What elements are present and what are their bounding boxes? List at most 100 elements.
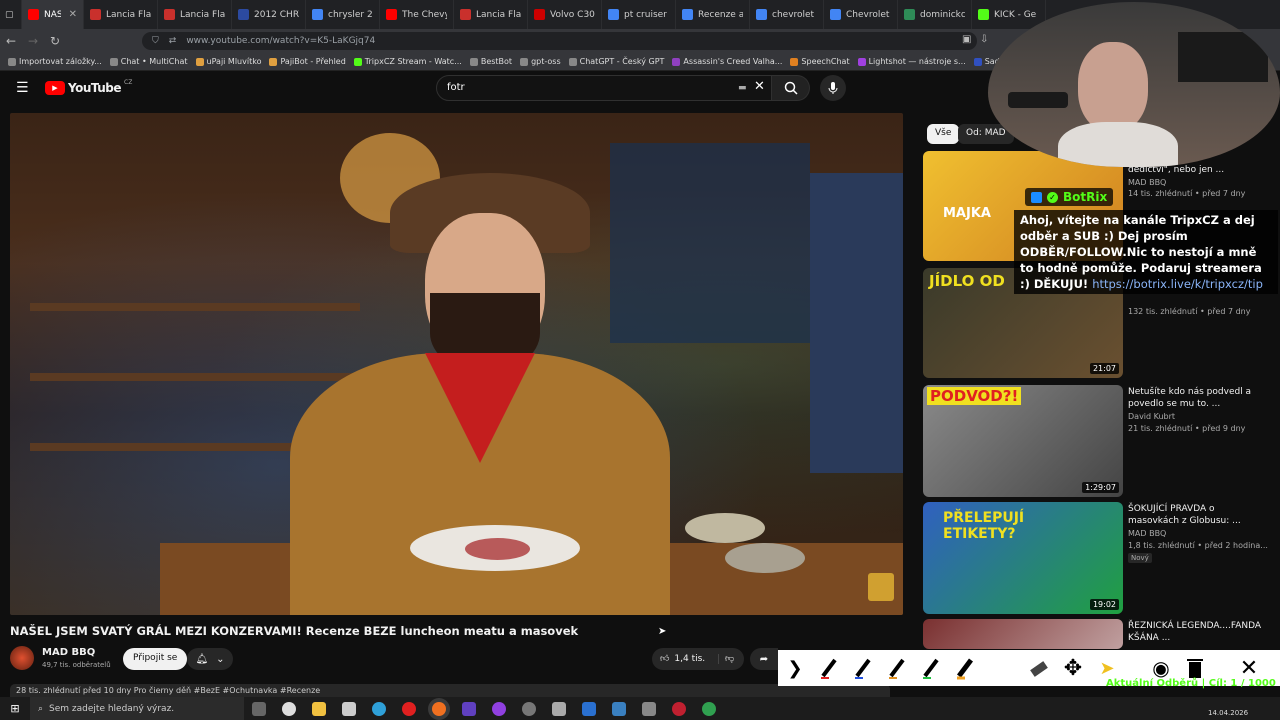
app-icon[interactable] [582, 701, 596, 716]
browser-tab[interactable]: Chevrolet SSR [824, 0, 898, 29]
share-button[interactable]: ➦ [750, 648, 778, 670]
app-icon[interactable] [462, 701, 476, 716]
pen-green-icon[interactable] [914, 650, 948, 686]
like-button[interactable]: 👍︎ 1,4 tis. [652, 654, 718, 664]
browser-tab[interactable]: Lancia Flavia I [454, 0, 528, 29]
eraser-icon[interactable] [1022, 650, 1056, 686]
description-box[interactable]: 28 tis. zhlédnutí před 10 dny Pro čierny… [10, 684, 890, 698]
search-input[interactable]: fotr [436, 75, 772, 101]
browser-tab[interactable]: Lancia Flavia I [158, 0, 232, 29]
move-icon[interactable]: ✥ [1056, 650, 1090, 686]
bookmark-item[interactable]: PajiBot - Přehled [269, 57, 346, 66]
bookmark-label: PajiBot - Přehled [280, 57, 346, 66]
video-player[interactable] [10, 113, 903, 615]
related-title-3[interactable]: Netušíte kdo nás podvedl a povedlo se mu… [1128, 386, 1268, 410]
tab-label: KICK - Ge [994, 9, 1037, 20]
browser-tab[interactable]: NAŠEL ✕ [22, 0, 84, 29]
channel-name[interactable]: MAD BBQ [42, 647, 95, 658]
tab-favicon-icon [460, 9, 471, 20]
edge-icon[interactable] [372, 701, 386, 716]
app-icon[interactable] [282, 701, 296, 716]
highlighter-icon[interactable] [948, 650, 982, 686]
save-icon[interactable]: ⇩ [980, 34, 988, 45]
bookmark-icon [109, 57, 118, 66]
related-meta-1: 14 tis. zhlédnutí • před 7 dny [1128, 189, 1246, 198]
bookmark-item[interactable]: uPaji Mluvítko [195, 57, 261, 66]
app-icon[interactable] [642, 701, 656, 716]
windows-start-icon[interactable]: ⊞ [0, 702, 30, 715]
dislike-button[interactable]: 👎︎ [718, 654, 734, 664]
bookmark-item[interactable]: ChatGPT - Český GPT [568, 57, 664, 66]
bookmark-item[interactable]: BestBot [469, 57, 512, 66]
bookmark-item[interactable]: Lightshot — nástroje s... [857, 57, 966, 66]
file-explorer-icon[interactable] [312, 701, 326, 716]
tab-close-icon[interactable]: ✕ [69, 9, 77, 20]
tab-list-button[interactable]: ▢ [0, 0, 22, 29]
keyboard-icon[interactable]: ▬ [738, 83, 747, 93]
monitor [1178, 32, 1268, 82]
join-button[interactable]: Připojit se [123, 648, 188, 670]
related-thumbnail-3[interactable]: PODVOD?! 1:29:07 [923, 385, 1123, 497]
tab-label: Chevrolet SSR [846, 9, 891, 20]
voice-search-button[interactable] [820, 75, 846, 101]
channel-watermark[interactable] [868, 573, 894, 601]
pen-blue-icon[interactable] [846, 650, 880, 686]
browser-tab[interactable]: dominickcz [898, 0, 972, 29]
pen-red-icon[interactable] [812, 650, 846, 686]
related-title-5[interactable]: ŘEZNICKÁ LEGENDA....FANDA KŠÁNA ... [1128, 620, 1268, 644]
bookmark-item[interactable]: SpeechChat [790, 57, 850, 66]
thumbs-up-icon: 👍︎ [660, 654, 670, 664]
channel-avatar[interactable] [10, 646, 34, 670]
video-duration: 1:29:07 [1082, 482, 1119, 493]
related-thumbnail-5[interactable] [923, 619, 1123, 649]
taskbar-search[interactable]: ⌕ Sem zadejte hledaný výraz. [30, 697, 244, 720]
forward-icon[interactable]: → [22, 34, 44, 48]
can [725, 543, 805, 573]
app-icon[interactable] [552, 701, 566, 716]
browser-tab[interactable]: chrysler 200 c [306, 0, 380, 29]
chat-message-link[interactable]: https://botrix.live/k/tripxcz/tip [1092, 277, 1263, 291]
browser-tab[interactable]: 2012 CHRYSL [232, 0, 306, 29]
store-icon[interactable] [342, 701, 356, 716]
browser-tab[interactable]: pt cruiser cab [602, 0, 676, 29]
youtube-logo[interactable]: ▶ YouTube CZ [45, 79, 132, 95]
firefox-icon[interactable] [432, 701, 446, 716]
browser-tab[interactable]: Recenze a tes [676, 0, 750, 29]
browser-tab[interactable]: chevrolet pick [750, 0, 824, 29]
related-thumbnail-4[interactable]: PŘELEPUJÍ ETIKETY? 19:02 [923, 502, 1123, 614]
pen-orange-icon[interactable] [880, 650, 914, 686]
app-icon[interactable] [702, 701, 716, 716]
search-icon [784, 81, 798, 95]
related-title-4[interactable]: ŠOKUJÍCÍ PRAVDA o masovkách z Globusu: .… [1128, 503, 1268, 527]
browser-tab[interactable]: The Chevy SS [380, 0, 454, 29]
task-view-icon[interactable] [252, 701, 266, 716]
bookmark-item[interactable]: TripxCZ Stream - Watc... [353, 57, 462, 66]
related-channel-3[interactable]: David Kubrt [1128, 411, 1268, 422]
notifications-button[interactable]: 🔔︎ ⌄ [187, 648, 233, 670]
tab-favicon-icon [756, 9, 767, 20]
screenshot-icon[interactable]: ▣ [962, 34, 971, 45]
collapse-icon[interactable]: ❯ [778, 650, 812, 686]
reload-icon[interactable]: ↻ [44, 34, 66, 48]
menu-icon[interactable]: ☰ [16, 80, 29, 96]
clear-search-icon[interactable]: ✕ [754, 79, 765, 94]
bookmark-item[interactable]: Assassin's Creed Valha... [672, 57, 782, 66]
app-icon[interactable] [492, 701, 506, 716]
app-icon[interactable] [612, 701, 626, 716]
opera-icon[interactable] [402, 701, 416, 716]
bookmark-icon [857, 57, 866, 66]
back-icon[interactable]: ← [0, 34, 22, 48]
app-icon[interactable] [672, 701, 686, 716]
search-button[interactable] [772, 75, 810, 101]
related-channel-4[interactable]: MAD BBQ [1128, 528, 1268, 539]
url-bar[interactable]: ⛉ ⇄ www.youtube.com/watch?v=K5-LaKGjq74 [142, 32, 977, 50]
bookmark-item[interactable]: Chat • MultiChat [109, 57, 188, 66]
chip-all[interactable]: Vše [927, 124, 960, 144]
browser-tab[interactable]: Lancia Flavia I [84, 0, 158, 29]
bookmark-item[interactable]: gpt-oss [520, 57, 561, 66]
app-icon[interactable] [522, 701, 536, 716]
bookmark-item[interactable]: Importovat záložky... [8, 57, 102, 66]
page-info-icon[interactable]: ⇄ [169, 36, 177, 46]
related-channel-1[interactable]: MAD BBQ [1128, 177, 1268, 188]
browser-tab[interactable]: Volvo C30 1,6 [528, 0, 602, 29]
